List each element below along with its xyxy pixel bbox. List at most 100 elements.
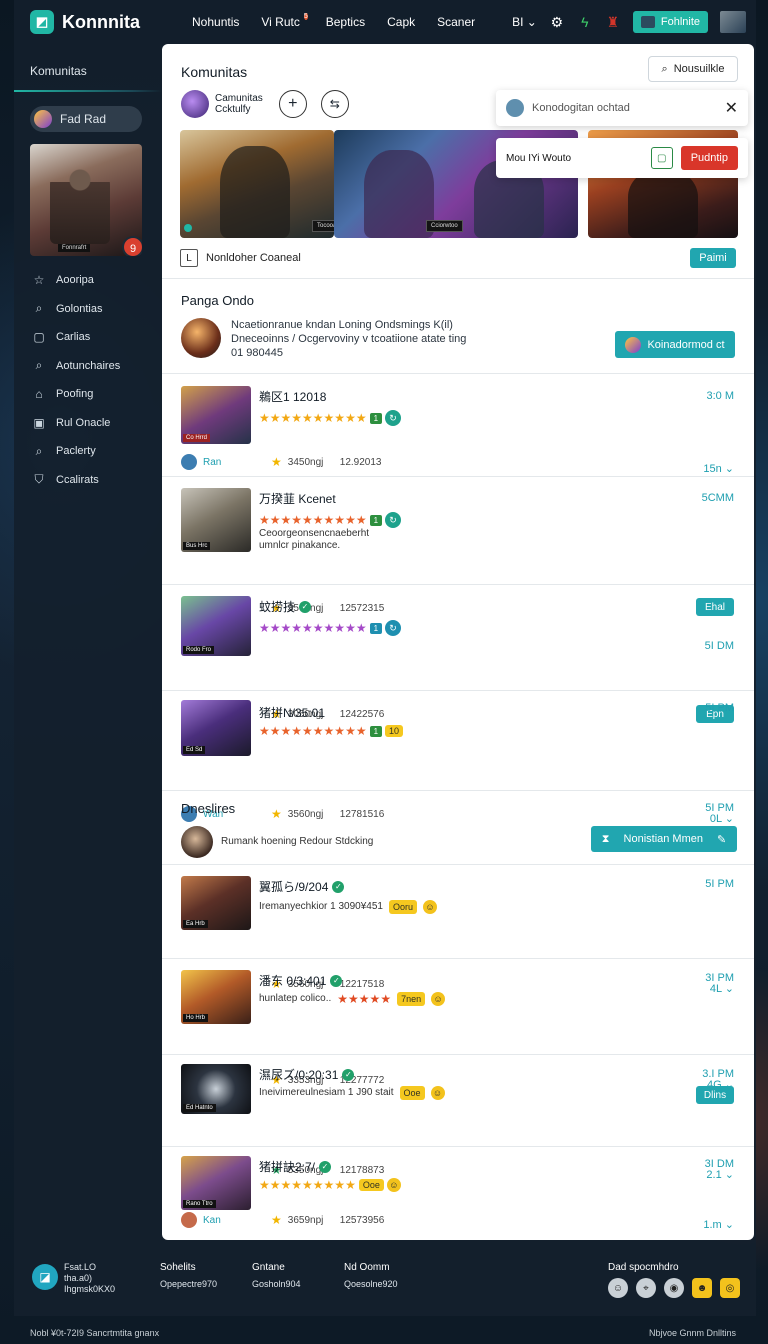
item-count[interactable]: 1.m ⌄ — [703, 1218, 734, 1231]
featured-line: 01 980445 — [231, 347, 283, 359]
item-stat: 3659npj — [287, 1214, 324, 1226]
hero-figure — [364, 150, 434, 238]
item-number: 12422576 — [339, 708, 385, 720]
add-icon[interactable]: + — [278, 90, 307, 118]
language-selector[interactable]: BI ⌄ — [512, 15, 537, 29]
item-title-text: 濕尿ズ/0:20:31 — [259, 1068, 339, 1082]
join-button[interactable]: Koinadormod ct — [615, 331, 735, 358]
nav-item[interactable]: Scaner — [437, 15, 475, 30]
avatar[interactable] — [181, 318, 221, 358]
item-button[interactable]: Ehal — [696, 598, 734, 616]
nav-item[interactable]: Capk — [387, 15, 415, 30]
footer-link[interactable]: Gosholn904 — [252, 1279, 301, 1290]
app-logo[interactable]: ◩ Konnnita — [30, 10, 140, 34]
sidebar-item[interactable]: ⌕ Golontias — [32, 295, 162, 324]
sidebar-item[interactable]: ⌕ Aotunchaires — [32, 352, 162, 381]
featured-line: Ncaetionranue kndan Loning Ondsmings K(i… — [231, 319, 453, 331]
refresh-icon: ↻ — [385, 620, 402, 636]
footer-logo-icon[interactable]: ◪ — [32, 1264, 58, 1290]
sidebar-nav: ☆ Aooripa ⌕ Golontias ▢ Carlias ⌕ Aotunchair… — [32, 266, 162, 494]
footer-link[interactable]: Qoesolne920 — [344, 1279, 398, 1290]
item-title-text: 蚊捞技 — [259, 600, 296, 614]
avatar-icon[interactable]: ☺ — [608, 1278, 628, 1298]
sidebar-featured-art[interactable]: Fonnrafrt 9 — [30, 144, 142, 256]
hero-caption: Tocooaalog — [312, 220, 334, 232]
chevron-down-icon: ⌄ — [526, 15, 537, 29]
rating: ★★★★★★★★★★ 1 ↻ — [259, 410, 402, 426]
popup-action-button[interactable]: Pudntip — [680, 146, 738, 170]
item-number: 12.92013 — [339, 456, 382, 468]
item-time: 3I DM — [704, 1158, 734, 1170]
hero-image[interactable]: Tocooaalog — [180, 130, 334, 238]
channel-dropdown-row: L Nonldoher Coaneal Paimi — [180, 248, 736, 268]
item-count[interactable]: 15n ⌄ — [703, 462, 734, 475]
search-icon: ⌕ — [35, 358, 43, 373]
sidebar-item[interactable]: ⌕ Paclerty — [32, 437, 162, 466]
item-title: 万揆韮 Kcenet — [259, 492, 336, 506]
bolt-icon[interactable]: ϟ — [577, 14, 593, 30]
rating: ★★★★★★★★★★ 1 10 — [259, 724, 404, 738]
nav-item[interactable]: Beptics — [326, 15, 365, 30]
hero-figure — [628, 170, 698, 238]
item-time: 5I PM — [705, 702, 734, 714]
sidebar-item[interactable]: ▢ Carlias — [32, 323, 162, 352]
smile-icon: ☺ — [423, 900, 437, 914]
sidebar-item[interactable]: ☆ Aooripa — [32, 266, 162, 295]
share-icon[interactable]: ⇆ — [320, 90, 349, 118]
record-icon[interactable]: ◎ — [720, 1278, 740, 1298]
nav-badge: 5 — [303, 12, 308, 20]
sidebar-user[interactable]: Fad Rad — [30, 106, 142, 132]
avatar — [181, 454, 197, 470]
gear-icon[interactable]: ⚙ — [549, 14, 565, 30]
sidebar: Komunitas Fad Rad Fonnrafrt 9 ☆ Aooripa ⌕… — [14, 44, 162, 1240]
section-row-button[interactable]: ⧗ Nonistian Mmen ✎ — [591, 826, 737, 852]
footer-link[interactable]: Opepectre970 — [160, 1279, 217, 1290]
avatar[interactable] — [181, 826, 213, 858]
thumb-caption: Ed Hatnto — [183, 1104, 216, 1112]
item-user[interactable]: Kan — [203, 1215, 271, 1226]
nav-item-label: Vi Rutc — [261, 14, 300, 29]
checkbox-icon[interactable]: ▢ — [650, 147, 673, 169]
smile-icon[interactable]: ☻ — [692, 1278, 712, 1298]
thumb-caption: Rodo Fro — [183, 646, 215, 654]
item-user[interactable]: Ran — [203, 457, 271, 468]
tag-badge: 1 — [369, 412, 383, 424]
checkbox-icon[interactable]: L — [180, 249, 198, 267]
refresh-icon: ↻ — [385, 410, 402, 426]
nav-item[interactable]: Nohuntis — [192, 15, 239, 30]
avatar — [181, 1212, 197, 1228]
nav-item[interactable]: Vi Rutc 5 — [261, 12, 308, 30]
item-title: 蚊捞技 ✓ — [259, 598, 312, 615]
star-icon: ★★★★★★★★★★ — [259, 724, 367, 738]
sidebar-item[interactable]: ▣ Rul Onacle — [32, 409, 162, 438]
info-icon: ▢ — [33, 330, 45, 345]
divider — [162, 790, 754, 791]
hero-figure — [220, 146, 290, 238]
art-caption: Fonnrafrt — [58, 244, 91, 252]
divider — [162, 864, 754, 865]
community-avatar[interactable] — [181, 90, 209, 118]
trophy-icon[interactable]: ♜ — [605, 14, 621, 30]
profile-button[interactable]: Fohlnite — [632, 11, 708, 33]
notify-button[interactable]: ⌕ Nousuilkle — [648, 56, 738, 82]
sidebar-item[interactable]: ⛉ Ccalirats — [32, 466, 162, 495]
sidebar-item[interactable]: ⌂ Poofing — [32, 380, 162, 409]
location-icon[interactable]: ⌖ — [636, 1278, 656, 1298]
item-button[interactable]: Dlins — [696, 1086, 734, 1104]
art-figure — [50, 164, 110, 244]
sidebar-title: Komunitas — [30, 64, 87, 78]
shield-icon: ⛉ — [34, 472, 44, 487]
pin-icon[interactable]: ◉ — [664, 1278, 684, 1298]
item-thumbnail: Co Hrrd — [181, 386, 251, 444]
footer-column: Dad spocmhdro — [608, 1262, 679, 1279]
item-title: 猪拼N/35:01 — [259, 706, 326, 720]
channel-button[interactable]: Paimi — [690, 248, 736, 268]
hero-dot — [184, 224, 192, 232]
item-title: 猪拼訣2:7/✓ — [259, 1158, 332, 1175]
footer-brand-line: Ihgmsk0KX0 — [64, 1284, 116, 1294]
search-icon: ⌕ — [35, 443, 43, 458]
item-description: Ineivimereulnesiam 1 J90 stait Ooe ☺ — [259, 1086, 445, 1100]
item-title: 濕尿ズ/0:20:31 ✓ — [259, 1066, 355, 1083]
close-icon[interactable]: ✕ — [725, 98, 738, 118]
banner-thumbnail[interactable] — [720, 11, 746, 33]
